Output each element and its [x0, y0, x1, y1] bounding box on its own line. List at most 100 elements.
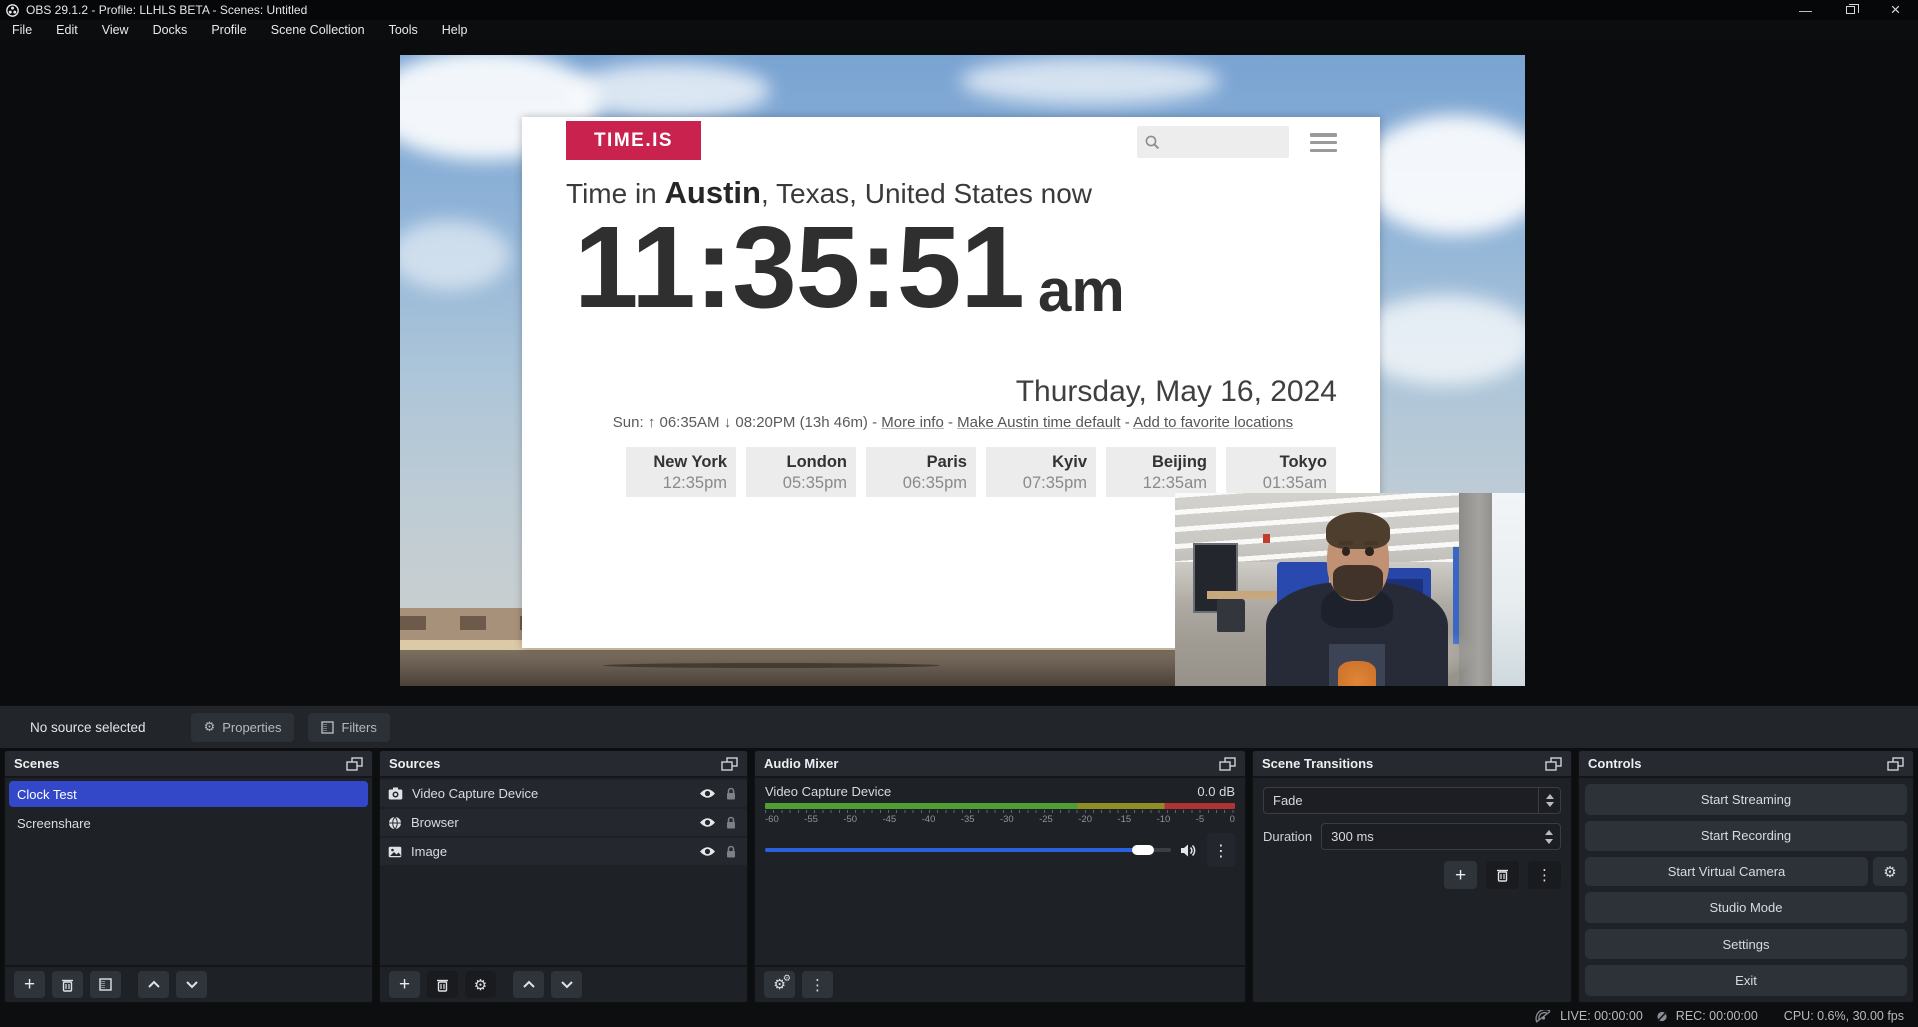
remove-scene-button[interactable] — [52, 971, 83, 998]
popout-icon[interactable] — [1545, 757, 1562, 771]
trash-icon — [436, 978, 449, 992]
menu-profile[interactable]: Profile — [199, 20, 258, 39]
menu-view[interactable]: View — [90, 20, 141, 39]
duration-spinbox[interactable]: 300 ms — [1321, 823, 1561, 850]
move-source-up-button[interactable] — [513, 971, 544, 998]
spin-arrows[interactable] — [1538, 830, 1560, 844]
menu-scene-collection[interactable]: Scene Collection — [259, 20, 377, 39]
start-recording-button[interactable]: Start Recording — [1585, 821, 1907, 852]
scene-transitions-title: Scene Transitions — [1262, 756, 1373, 771]
city-box: Beijing12:35am — [1106, 447, 1216, 497]
timeis-logo: TIME.IS — [566, 121, 701, 160]
source-row-video-capture[interactable]: Video Capture Device — [380, 780, 747, 807]
move-scene-up-button[interactable] — [138, 971, 169, 998]
minimize-button[interactable]: — — [1783, 0, 1828, 20]
preview-canvas[interactable]: TIME.IS Time in Austin, Texas, United St… — [0, 39, 1918, 705]
source-list: Video Capture Device Browser Image — [380, 778, 747, 965]
scene-item-screenshare[interactable]: Screenshare — [9, 810, 368, 836]
move-scene-down-button[interactable] — [176, 971, 207, 998]
popout-icon[interactable] — [721, 757, 738, 771]
lock-icon[interactable] — [725, 845, 737, 859]
bright-window — [1492, 493, 1525, 686]
popout-icon[interactable] — [1887, 757, 1904, 771]
add-source-button[interactable]: + — [389, 971, 420, 998]
presenter-eye — [1365, 547, 1373, 556]
office-chair — [1217, 599, 1245, 632]
dock-area: Scenes Clock Test Screenshare + — [0, 748, 1918, 1005]
gears-icon-small: ⚙ — [783, 974, 791, 984]
studio-mode-button[interactable]: Studio Mode — [1585, 892, 1907, 923]
add-favorite-link: Add to favorite locations — [1133, 414, 1293, 431]
maximize-button[interactable] — [1828, 0, 1873, 20]
popout-icon[interactable] — [1219, 757, 1236, 771]
add-transition-button[interactable]: + — [1444, 861, 1477, 889]
scene-filters-button[interactable] — [90, 971, 121, 998]
restore-icon — [1846, 6, 1855, 14]
remove-source-button[interactable] — [427, 971, 458, 998]
advanced-audio-button[interactable]: ⚙ ⚙ — [764, 971, 795, 998]
volume-slider-handle[interactable] — [1132, 845, 1154, 855]
settings-button[interactable]: Settings — [1585, 929, 1907, 960]
remove-transition-button[interactable] — [1486, 861, 1519, 889]
lock-icon[interactable] — [725, 787, 737, 801]
eye-icon[interactable] — [699, 788, 716, 799]
source-row-image[interactable]: Image — [380, 838, 747, 865]
source-toolbar: No source selected ⚙ Properties Filters — [0, 705, 1918, 748]
sun-info-line: Sun: ↑ 06:35AM ↓ 08:20PM (13h 46m) - Mor… — [562, 414, 1344, 431]
filter-icon — [321, 721, 334, 734]
fire-alarm — [1263, 534, 1270, 543]
trash-icon — [61, 978, 74, 992]
meter-minor-ticks — [765, 810, 1235, 813]
volume-slider[interactable] — [765, 848, 1171, 852]
eye-icon[interactable] — [699, 846, 716, 857]
scenes-panel: Scenes Clock Test Screenshare + — [4, 750, 373, 1003]
lock-icon[interactable] — [725, 816, 737, 830]
filters-button[interactable]: Filters — [308, 713, 389, 742]
city-box: Paris06:35pm — [866, 447, 976, 497]
start-streaming-button[interactable]: Start Streaming — [1585, 784, 1907, 815]
presenter-eyebrow — [1339, 541, 1353, 544]
speaker-icon[interactable] — [1180, 843, 1198, 858]
transition-select[interactable]: Fade — [1263, 787, 1561, 814]
close-button[interactable]: × — [1873, 0, 1918, 20]
sources-header: Sources — [380, 751, 747, 778]
gear-icon: ⚙ — [1883, 863, 1896, 881]
chevron-up-icon — [522, 980, 536, 989]
cloud — [570, 63, 770, 118]
add-scene-button[interactable]: + — [14, 971, 45, 998]
menu-help[interactable]: Help — [430, 20, 480, 39]
sources-panel: Sources Video Capture Device Browser — [379, 750, 748, 1003]
search-input — [1161, 134, 1282, 150]
city-box: Tokyo01:35am — [1226, 447, 1336, 497]
controls-panel: Controls Start Streaming Start Recording… — [1578, 750, 1914, 1003]
start-virtual-camera-button[interactable]: Start Virtual Camera — [1585, 857, 1868, 886]
exit-button[interactable]: Exit — [1585, 965, 1907, 996]
menu-docks[interactable]: Docks — [141, 20, 200, 39]
mixer-menu-button[interactable]: ⋮ — [802, 971, 833, 998]
menu-edit[interactable]: Edit — [44, 20, 90, 39]
trash-icon — [1496, 868, 1509, 882]
transition-properties-button[interactable]: ⋮ — [1528, 861, 1561, 889]
menu-tools[interactable]: Tools — [377, 20, 430, 39]
rec-status: REC: 00:00:00 — [1655, 1009, 1758, 1023]
menubar: File Edit View Docks Profile Scene Colle… — [0, 20, 1918, 39]
mixer-options-button[interactable]: ⋮ — [1207, 833, 1235, 867]
menu-file[interactable]: File — [0, 20, 44, 39]
scene-transitions-header: Scene Transitions — [1253, 751, 1571, 778]
move-source-down-button[interactable] — [551, 971, 582, 998]
scene-list: Clock Test Screenshare — [5, 778, 372, 965]
program-video[interactable]: TIME.IS Time in Austin, Texas, United St… — [400, 55, 1525, 686]
select-arrows — [1538, 788, 1560, 813]
source-properties-button[interactable]: ⚙ — [465, 971, 496, 998]
city-box: New York12:35pm — [626, 447, 736, 497]
scene-item-clock-test[interactable]: Clock Test — [9, 781, 368, 807]
virtual-camera-settings-button[interactable]: ⚙ — [1873, 857, 1907, 886]
popout-icon[interactable] — [346, 757, 363, 771]
sources-title: Sources — [389, 756, 440, 771]
eye-icon[interactable] — [699, 817, 716, 828]
properties-button[interactable]: ⚙ Properties — [191, 713, 295, 742]
scenes-title: Scenes — [14, 756, 60, 771]
mixer-channel: Video Capture Device 0.0 dB -60-55-50-45… — [755, 778, 1245, 965]
live-status: LIVE: 00:00:00 — [1534, 1009, 1643, 1023]
source-row-browser[interactable]: Browser — [380, 809, 747, 836]
